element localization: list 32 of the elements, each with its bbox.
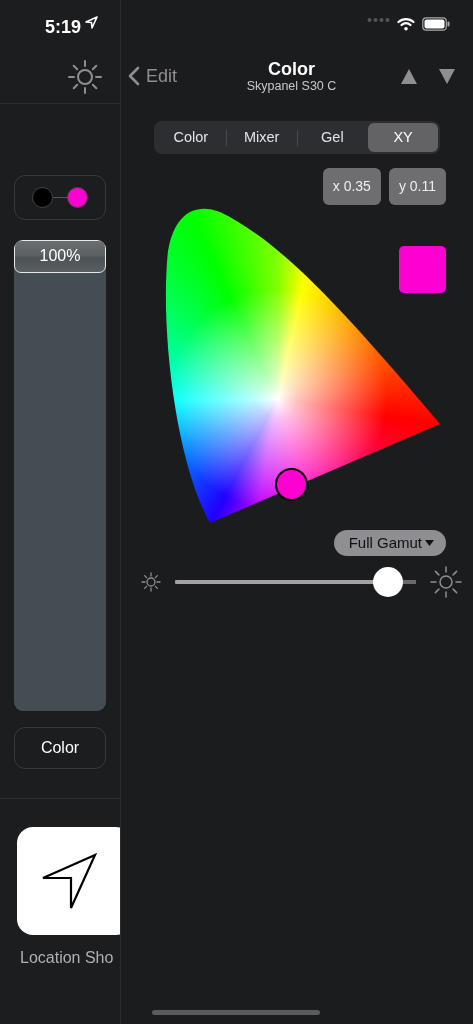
fader-handle[interactable]: 100%	[14, 240, 106, 273]
status-time: 5:19	[44, 16, 81, 38]
next-button[interactable]	[439, 68, 455, 84]
segment-tab[interactable]: Color	[156, 123, 226, 152]
chevron-left-icon	[128, 66, 140, 86]
brightness-high-icon	[430, 566, 462, 598]
color-range-toggle[interactable]	[14, 175, 106, 220]
triangle-down-icon	[439, 68, 455, 84]
segment-tab[interactable]: XY	[368, 123, 438, 152]
fader-track[interactable]: 100%	[14, 240, 106, 711]
battery-icon	[422, 17, 450, 31]
brightness-low-icon	[141, 572, 161, 592]
gamut-dropdown[interactable]: Full Gamut	[333, 530, 446, 556]
brightness-icon[interactable]	[68, 59, 102, 94]
shortcut-label: Location Sho	[20, 948, 115, 968]
caret-down-icon	[425, 540, 434, 546]
signal-icon	[367, 17, 390, 23]
triangle-up-icon	[401, 68, 417, 84]
shortcut-tile[interactable]	[17, 827, 120, 935]
segment-tab[interactable]: Gel	[297, 123, 368, 152]
previous-button[interactable]	[401, 68, 417, 84]
navigation-arrow-icon	[40, 853, 97, 909]
wifi-icon	[397, 17, 415, 31]
back-button[interactable]: Edit	[128, 62, 178, 90]
page-subtitle: Skypanel S30 C	[246, 78, 337, 94]
coordinate-chip[interactable]: y 0.11	[388, 168, 446, 205]
page-title: Color	[267, 58, 316, 79]
mode-button[interactable]: Color	[14, 727, 106, 769]
coordinate-chip[interactable]: x 0.35	[322, 168, 381, 205]
segment-tab[interactable]: Mixer	[226, 123, 297, 152]
location-arrow-icon	[85, 16, 98, 29]
slider-thumb[interactable]	[373, 567, 404, 597]
